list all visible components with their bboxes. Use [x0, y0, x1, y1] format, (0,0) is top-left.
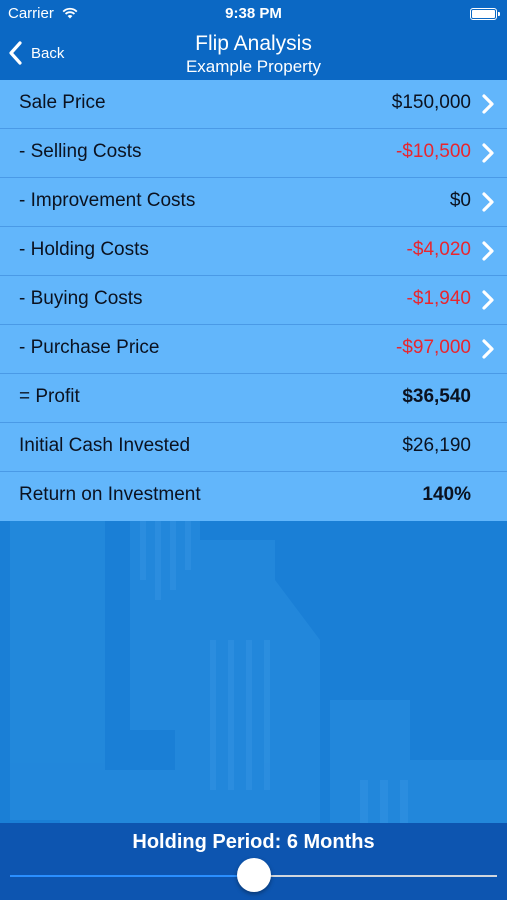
chevron-right-icon [482, 339, 494, 359]
table-row-profit: = Profit $36,540 [0, 374, 507, 423]
row-label: - Selling Costs [19, 141, 142, 162]
page-title: Flip Analysis [195, 32, 312, 55]
cityscape-background [0, 520, 507, 823]
slider-thumb[interactable] [236, 858, 271, 892]
row-value: $0 [449, 190, 471, 211]
status-bar: Carrier 9:38 PM [0, 0, 507, 28]
table-row-holding-costs[interactable]: - Holding Costs -$4,020 [0, 227, 507, 276]
table-row-initial-cash-invested: Initial Cash Invested $26,190 [0, 423, 507, 472]
row-value: $26,190 [402, 435, 471, 456]
table-row-selling-costs[interactable]: - Selling Costs -$10,500 [0, 129, 507, 178]
analysis-table: Sale Price $150,000 - Selling Costs -$10,50… [0, 80, 507, 521]
holding-period-label: Holding Period: 6 Months [132, 831, 375, 853]
page-subtitle: Example Property [185, 57, 322, 76]
holding-period-panel: Holding Period: 6 Months [0, 823, 507, 900]
row-label: - Improvement Costs [19, 190, 196, 211]
row-label: - Purchase Price [19, 337, 160, 358]
table-row-purchase-price[interactable]: - Purchase Price -$97,000 [0, 325, 507, 374]
slider-fill [10, 875, 254, 877]
battery-icon [470, 8, 500, 20]
row-value: -$10,500 [395, 141, 471, 162]
row-label: Sale Price [19, 92, 106, 113]
navigation-bar: Back Flip Analysis Example Property [0, 28, 507, 80]
chevron-right-icon [482, 290, 494, 310]
table-row-return-on-investment: Return on Investment 140% [0, 472, 507, 521]
row-label: - Holding Costs [19, 239, 149, 260]
table-row-sale-price[interactable]: Sale Price $150,000 [0, 80, 507, 129]
row-label: Return on Investment [19, 484, 201, 505]
table-row-buying-costs[interactable]: - Buying Costs -$1,940 [0, 276, 507, 325]
row-label: - Buying Costs [19, 288, 143, 309]
row-value: 140% [422, 484, 471, 505]
row-value: $36,540 [402, 386, 471, 407]
chevron-right-icon [482, 94, 494, 114]
row-value: -$4,020 [406, 239, 471, 260]
holding-period-slider[interactable] [10, 858, 497, 892]
row-value: $150,000 [391, 92, 471, 113]
row-label: = Profit [19, 386, 80, 407]
clock-label: 9:38 PM [225, 5, 282, 22]
table-row-improvement-costs[interactable]: - Improvement Costs $0 [0, 178, 507, 227]
chevron-right-icon [482, 192, 494, 212]
row-value: -$97,000 [395, 337, 471, 358]
chevron-right-icon [482, 143, 494, 163]
row-label: Initial Cash Invested [19, 435, 191, 456]
chevron-right-icon [482, 241, 494, 261]
row-value: -$1,940 [406, 288, 471, 309]
